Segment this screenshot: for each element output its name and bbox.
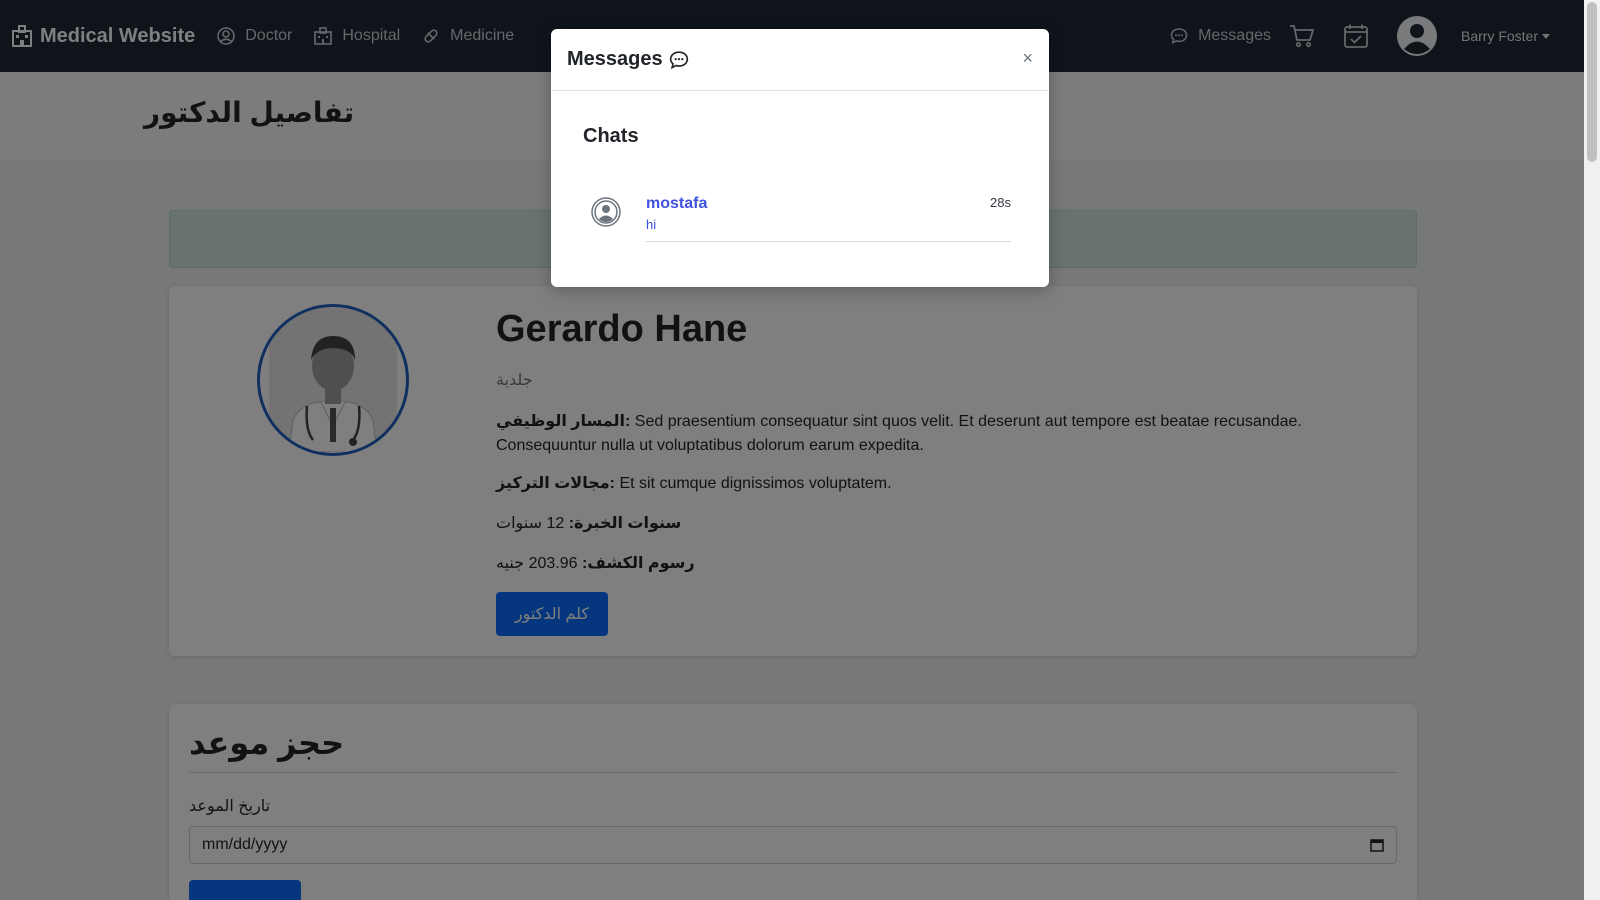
scrollbar-thumb[interactable] xyxy=(1587,2,1597,162)
chat-name: mostafa xyxy=(646,195,708,212)
chat-time: 28s xyxy=(990,195,1011,210)
modal-header: Messages × xyxy=(551,29,1049,91)
messages-modal: Messages × Chats mostafa 28s hi xyxy=(551,29,1049,287)
user-circle-icon xyxy=(591,197,621,227)
divider xyxy=(646,241,1011,242)
chat-list-item[interactable]: mostafa 28s hi xyxy=(591,179,1011,277)
page-scrollbar[interactable] xyxy=(1584,0,1600,900)
close-icon[interactable]: × xyxy=(1022,48,1033,69)
chats-heading: Chats xyxy=(583,125,639,147)
chat-preview: hi xyxy=(646,217,657,232)
modal-title-text: Messages xyxy=(567,48,663,70)
chat-bubble-icon xyxy=(669,50,688,69)
modal-title: Messages xyxy=(567,48,689,71)
